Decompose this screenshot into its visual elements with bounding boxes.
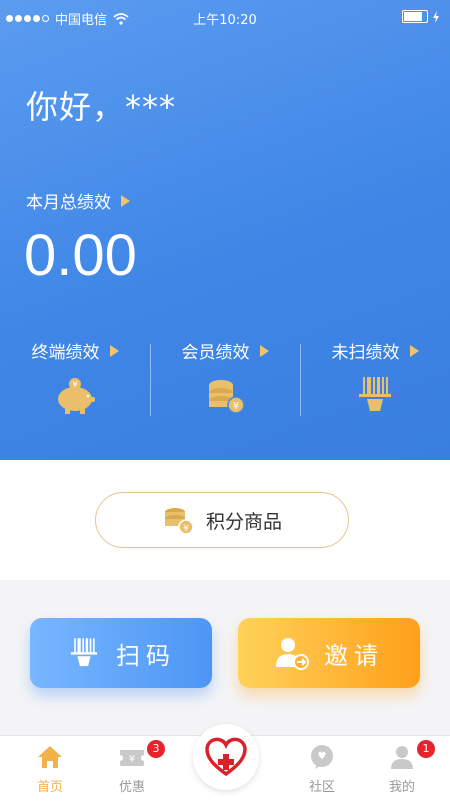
notification-badge: 1: [417, 740, 435, 758]
total-performance-value: 0.00: [24, 223, 137, 288]
tab-label: 社区: [308, 780, 335, 795]
tab-label: 首页: [36, 780, 63, 795]
unscanned-performance-item[interactable]: 未扫绩效: [300, 338, 450, 418]
svg-text:¥: ¥: [129, 754, 135, 765]
arrow-right-icon: [409, 344, 419, 357]
scan-label: 扫码: [116, 641, 176, 670]
barcode-scanner-icon: [359, 377, 391, 411]
home-icon: [38, 746, 62, 768]
chat-icon: [311, 745, 333, 769]
piggy-bank-icon: ¥: [58, 378, 95, 414]
add-user-icon: [276, 638, 309, 670]
stat-label: 会员绩效: [181, 343, 250, 363]
tab-home[interactable]: 首页: [15, 736, 85, 801]
coins-icon: ¥: [209, 380, 245, 414]
status-time: 上午10:20: [193, 13, 257, 28]
invite-button[interactable]: 邀请: [238, 618, 420, 688]
center-health-button[interactable]: [193, 724, 259, 790]
arrow-right-icon: [121, 194, 130, 207]
arrow-right-icon: [109, 344, 119, 357]
ticket-icon: ¥: [120, 750, 144, 766]
points-products-button[interactable]: ¥ 积分商品: [95, 492, 349, 548]
coins-icon: ¥: [164, 508, 194, 535]
notification-badge: 3: [147, 740, 165, 758]
performance-stats: 终端绩效 ¥ 会员绩效 ¥ 未扫绩效: [0, 338, 450, 418]
tab-profile[interactable]: 我的 1: [367, 736, 437, 801]
status-bar: 中国电信 上午10:20: [0, 0, 450, 34]
header-panel: 中国电信 上午10:20 你好，*** 本月总绩效 0.00 终端绩效 ¥ 会员…: [0, 0, 450, 460]
charging-icon: [433, 10, 439, 23]
arrow-right-icon: [259, 344, 269, 357]
points-section: ¥ 积分商品: [0, 460, 450, 580]
monthly-performance-label: 本月总绩效: [26, 193, 111, 213]
heart-plus-icon: [205, 737, 247, 777]
svg-text:¥: ¥: [183, 524, 189, 534]
tab-label: 我的: [388, 780, 415, 795]
tab-label: 优惠: [118, 780, 145, 795]
svg-text:¥: ¥: [72, 380, 77, 389]
stat-label: 终端绩效: [31, 343, 100, 363]
tab-discounts[interactable]: ¥ 优惠 3: [97, 736, 167, 801]
tab-community[interactable]: 社区: [287, 736, 357, 801]
invite-label: 邀请: [324, 641, 384, 670]
terminal-performance-item[interactable]: 终端绩效 ¥: [0, 338, 150, 418]
user-icon: [391, 746, 413, 769]
barcode-scanner-icon: [70, 638, 98, 667]
scan-button[interactable]: 扫码: [30, 618, 212, 688]
stat-label: 未扫绩效: [331, 343, 400, 363]
greeting-text: 你好，***: [26, 88, 177, 126]
points-products-label: 积分商品: [205, 510, 282, 533]
member-performance-item[interactable]: 会员绩效 ¥: [150, 338, 300, 418]
monthly-performance-link[interactable]: 本月总绩效: [26, 188, 130, 213]
svg-text:¥: ¥: [233, 401, 239, 412]
battery-icon: [402, 10, 428, 23]
